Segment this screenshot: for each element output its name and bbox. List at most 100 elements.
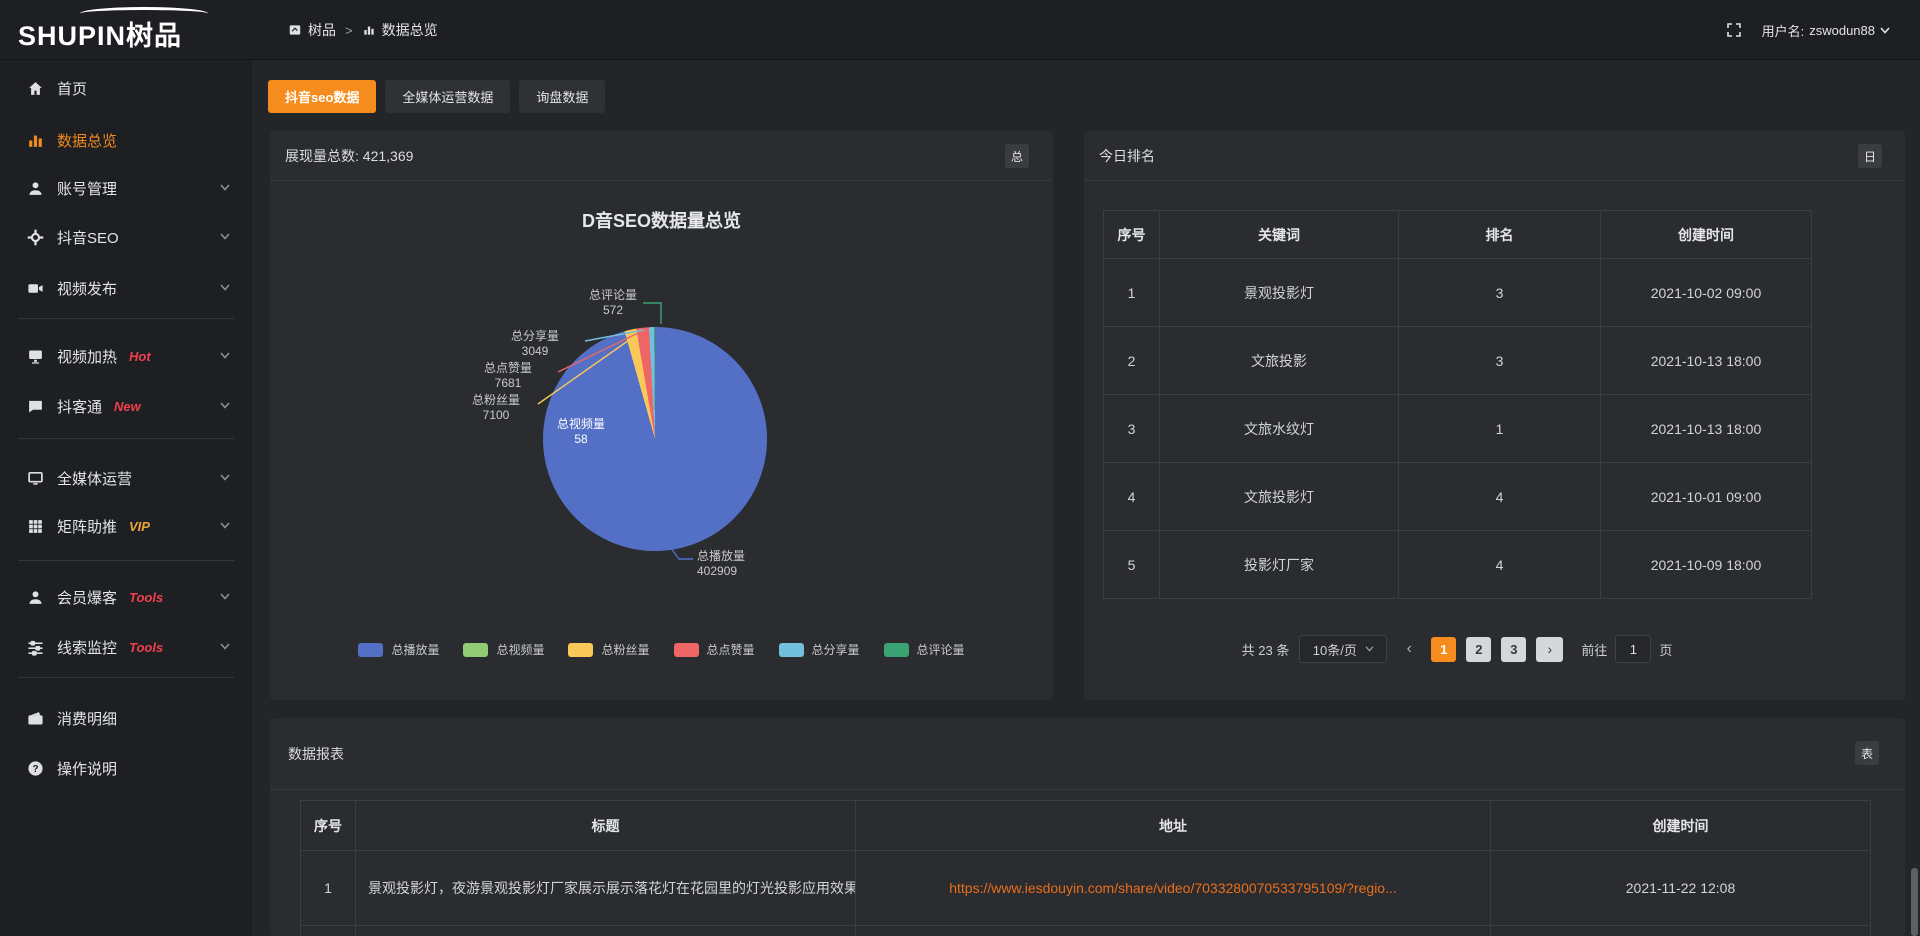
table-row-clipped	[301, 926, 1871, 936]
breadcrumb-separator: >	[345, 23, 353, 38]
tools-badge: Tools	[129, 590, 163, 605]
page-button-1[interactable]: 1	[1431, 637, 1456, 662]
pie-label-likes: 总点赞量7681	[460, 361, 556, 391]
legend-swatch	[358, 643, 383, 657]
table-toggle-button[interactable]: 表	[1855, 741, 1879, 765]
sidebar-item-label: 全媒体运营	[57, 468, 132, 489]
legend-swatch	[568, 643, 593, 657]
user-icon	[27, 589, 44, 606]
sidebar-item-douketong[interactable]: 抖客通 New	[0, 381, 252, 431]
prev-page-button[interactable]: ‹	[1397, 635, 1421, 663]
sidebar-item-label: 抖客通	[57, 396, 102, 417]
fullscreen-icon[interactable]	[1726, 22, 1742, 38]
legend-item-plays[interactable]: 总播放量	[358, 641, 439, 658]
legend-item-shares[interactable]: 总分享量	[779, 641, 860, 658]
sidebar-divider	[18, 677, 234, 678]
chart-legend: 总播放量 总视频量 总粉丝量 总点赞量 总分享量 总评论量	[270, 641, 1053, 658]
bar-chart-icon	[27, 132, 44, 149]
breadcrumb-current[interactable]: 数据总览	[362, 20, 438, 40]
tab-inquiry-data[interactable]: 询盘数据	[519, 80, 605, 113]
col-rank: 排名	[1399, 211, 1601, 259]
total-impressions-label: 展现量总数:	[285, 146, 359, 166]
chevron-down-icon	[220, 184, 230, 191]
video-camera-icon	[27, 280, 44, 297]
day-toggle-button[interactable]: 日	[1858, 144, 1882, 168]
page-size-select[interactable]: 10条/页	[1299, 635, 1387, 663]
sidebar-item-label: 矩阵助推	[57, 516, 117, 537]
sidebar-item-label: 视频加热	[57, 346, 117, 367]
today-ranking-panel: 今日排名 日 序号 关键词 排名 创建时间 1景观投影灯32021-10-02 …	[1084, 131, 1905, 700]
table-row: 4文旅投影灯42021-10-01 09:00	[1104, 463, 1812, 531]
grid-icon	[27, 518, 44, 535]
user-icon	[27, 180, 44, 197]
chevron-down-icon	[220, 402, 230, 409]
sidebar-item-label: 消费明细	[57, 708, 117, 729]
sliders-icon	[27, 639, 44, 656]
video-url-link[interactable]: https://www.iesdouyin.com/share/video/70…	[949, 880, 1397, 896]
total-impressions-value: 421,369	[363, 148, 414, 164]
pie-label-videos: 总视频量58	[533, 417, 629, 447]
monitor-icon	[27, 470, 44, 487]
table-header-row: 序号 标题 地址 创建时间	[301, 801, 1871, 851]
sidebar: 首页 数据总览 账号管理 抖音SEO 视频发布 视频加热 Hot 抖客通 New…	[0, 60, 252, 936]
sidebar-item-account[interactable]: 账号管理	[0, 163, 252, 213]
window-icon	[288, 23, 302, 37]
legend-item-videos[interactable]: 总视频量	[463, 641, 544, 658]
vertical-scrollbar-thumb[interactable]	[1911, 868, 1918, 936]
sidebar-item-video-publish[interactable]: 视频发布	[0, 263, 252, 313]
sidebar-item-home[interactable]: 首页	[0, 63, 252, 113]
sidebar-item-member-burst[interactable]: 会员爆客 Tools	[0, 572, 252, 622]
legend-item-comments[interactable]: 总评论量	[884, 641, 965, 658]
next-page-button[interactable]: ›	[1536, 637, 1563, 662]
sidebar-item-matrix-boost[interactable]: 矩阵助推 VIP	[0, 501, 252, 551]
report-table: 序号 标题 地址 创建时间 1 景观投影灯，夜游景观投影灯厂家展示展示落花灯在花…	[300, 800, 1871, 936]
tab-douyin-seo-data[interactable]: 抖音seo数据	[268, 80, 376, 113]
legend-swatch	[779, 643, 804, 657]
sidebar-item-video-heat[interactable]: 视频加热 Hot	[0, 331, 252, 381]
sidebar-divider	[18, 438, 234, 439]
pagination-total: 共 23 条	[1242, 640, 1290, 659]
col-url: 地址	[856, 801, 1491, 851]
page-button-3[interactable]: 3	[1501, 637, 1526, 662]
chevron-down-icon	[220, 352, 230, 359]
video-title-cell: 景观投影灯，夜游景观投影灯厂家展示展示落花灯在花园里的灯光投影应用效果 #	[356, 851, 856, 926]
data-source-tabs: 抖音seo数据 全媒体运营数据 询盘数据	[268, 80, 605, 113]
screen-icon	[27, 348, 44, 365]
report-panel-title: 数据报表	[288, 744, 344, 764]
data-report-panel: 数据报表 表 序号 标题 地址 创建时间 1 景观投影灯，夜游景观投影灯厂家展示…	[270, 718, 1905, 936]
sidebar-item-lead-monitor[interactable]: 线索监控 Tools	[0, 622, 252, 672]
sidebar-item-spend-detail[interactable]: 消费明细	[0, 693, 252, 743]
sidebar-item-douyin-seo[interactable]: 抖音SEO	[0, 212, 252, 262]
tab-omnimedia-data[interactable]: 全媒体运营数据	[385, 80, 510, 113]
breadcrumb-root[interactable]: 树品	[288, 20, 336, 40]
user-menu[interactable]: 用户名: zswodun88	[1762, 21, 1890, 40]
sidebar-item-data-overview[interactable]: 数据总览	[0, 115, 252, 165]
sidebar-divider	[18, 560, 234, 561]
question-circle-icon: ?	[27, 760, 44, 777]
pie-label-shares: 总分享量3049	[487, 329, 583, 359]
legend-item-fans[interactable]: 总粉丝量	[568, 641, 649, 658]
col-title: 标题	[356, 801, 856, 851]
pie-chart-title: D音SEO数据量总览	[270, 207, 1053, 233]
sidebar-item-help[interactable]: ? 操作说明	[0, 743, 252, 793]
total-toggle-button[interactable]: 总	[1005, 144, 1029, 168]
chevron-down-icon	[220, 474, 230, 481]
chevron-down-icon	[220, 284, 230, 291]
sidebar-item-omnimedia[interactable]: 全媒体运营	[0, 453, 252, 503]
svg-text:?: ?	[32, 764, 38, 775]
tools-badge: Tools	[129, 640, 163, 655]
sidebar-item-label: 会员爆客	[57, 587, 117, 608]
breadcrumb-current-label: 数据总览	[382, 20, 438, 40]
goto-page-input[interactable]	[1615, 635, 1651, 663]
chevron-down-icon	[220, 233, 230, 240]
chevron-down-icon	[220, 593, 230, 600]
sidebar-item-label: 账号管理	[57, 178, 117, 199]
table-row: 1景观投影灯32021-10-02 09:00	[1104, 259, 1812, 327]
table-row: 5投影灯厂家42021-10-09 18:00	[1104, 531, 1812, 599]
gear-icon	[27, 229, 44, 246]
hot-badge: Hot	[129, 349, 151, 364]
page-button-2[interactable]: 2	[1466, 637, 1491, 662]
legend-item-likes[interactable]: 总点赞量	[674, 641, 755, 658]
new-badge: New	[114, 399, 141, 414]
overview-panel-header: 展现量总数: 421,369 总	[270, 131, 1053, 181]
